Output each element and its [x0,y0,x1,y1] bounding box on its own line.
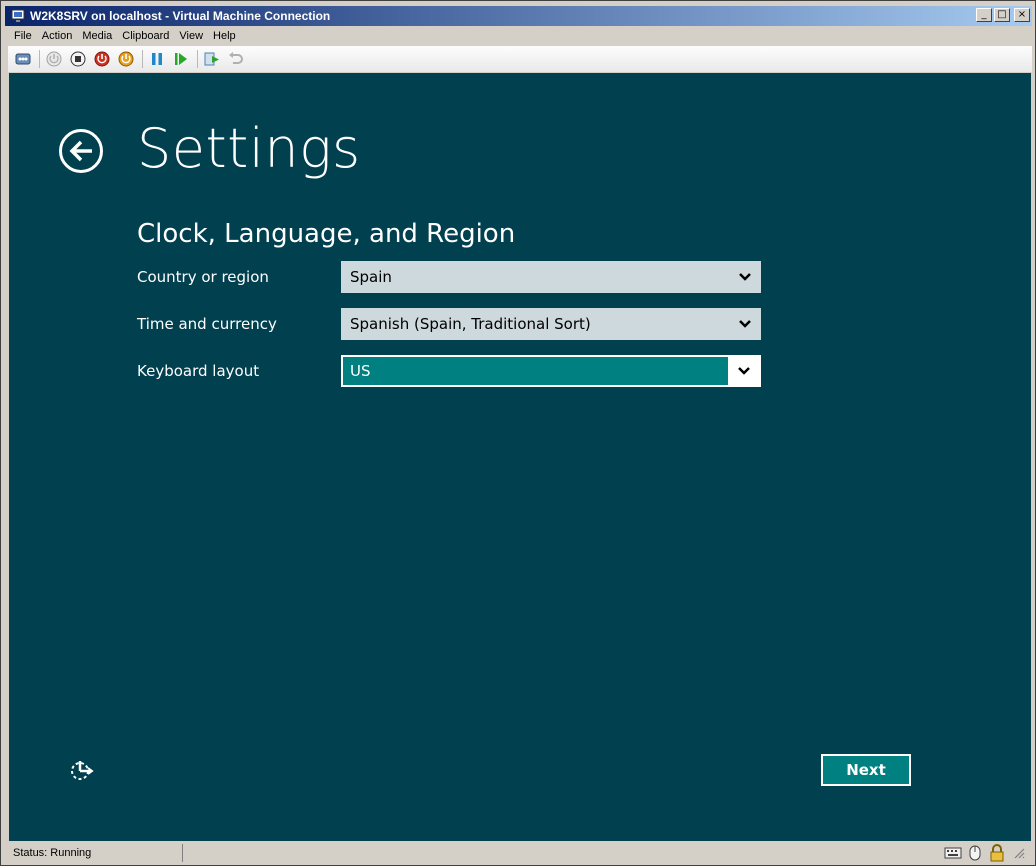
menu-media[interactable]: Media [77,27,117,45]
field-row-time-currency: Time and currency Spanish (Spain, Tradit… [137,308,761,340]
title-bar[interactable]: W2K8SRV on localhost - Virtual Machine C… [5,6,1032,26]
keyboard-icon [944,844,962,862]
keyboard-value: US [350,362,371,380]
country-label: Country or region [137,268,269,286]
menu-bar: File Action Media Clipboard View Help [9,27,241,45]
toolbar-separator [39,50,40,68]
menu-help[interactable]: Help [208,27,241,45]
field-row-keyboard: Keyboard layout US [137,355,761,387]
vm-connection-icon [10,8,26,24]
time-currency-value: Spanish (Spain, Traditional Sort) [350,315,591,333]
status-bar: Status: Running [8,842,1032,864]
toolbar [8,46,1032,72]
ctrl-alt-del-icon[interactable] [12,48,34,70]
status-text: Status: Running [8,844,183,862]
chevron-down-icon[interactable] [728,357,759,385]
page-title: Settings [137,117,361,180]
resize-grip-icon[interactable] [1010,844,1028,862]
menu-file[interactable]: File [9,27,37,45]
toolbar-separator [197,50,198,68]
save-state-icon[interactable] [115,48,137,70]
country-value: Spain [350,268,392,286]
section-title: Clock, Language, and Region [137,219,516,249]
mouse-icon [966,844,984,862]
toolbar-separator [142,50,143,68]
chevron-down-icon[interactable] [729,308,761,340]
vm-connection-window: W2K8SRV on localhost - Virtual Machine C… [0,0,1036,866]
lock-icon [988,844,1006,862]
pause-icon[interactable] [146,48,168,70]
time-currency-label: Time and currency [137,315,277,333]
menu-view[interactable]: View [174,27,208,45]
menu-clipboard[interactable]: Clipboard [117,27,174,45]
start-icon[interactable] [43,48,65,70]
ease-of-access-icon[interactable] [67,757,95,785]
back-arrow-icon[interactable] [59,129,103,173]
keyboard-select[interactable]: US [341,355,761,387]
menu-action[interactable]: Action [37,27,78,45]
chevron-down-icon[interactable] [729,261,761,293]
snapshot-icon[interactable] [201,48,223,70]
maximize-button[interactable]: □ [994,8,1010,22]
close-button[interactable]: × [1014,8,1030,22]
field-row-country: Country or region Spain [137,261,761,293]
keyboard-label: Keyboard layout [137,362,260,380]
country-select[interactable]: Spain [341,261,761,293]
next-button[interactable]: Next [821,754,911,786]
vm-screen[interactable]: Settings Clock, Language, and Region Cou… [9,73,1031,841]
shutdown-icon[interactable] [91,48,113,70]
time-currency-select[interactable]: Spanish (Spain, Traditional Sort) [341,308,761,340]
revert-icon[interactable] [225,48,247,70]
reset-icon[interactable] [170,48,192,70]
minimize-button[interactable]: _ [976,8,992,22]
turn-off-icon[interactable] [67,48,89,70]
window-title: W2K8SRV on localhost - Virtual Machine C… [30,9,331,23]
